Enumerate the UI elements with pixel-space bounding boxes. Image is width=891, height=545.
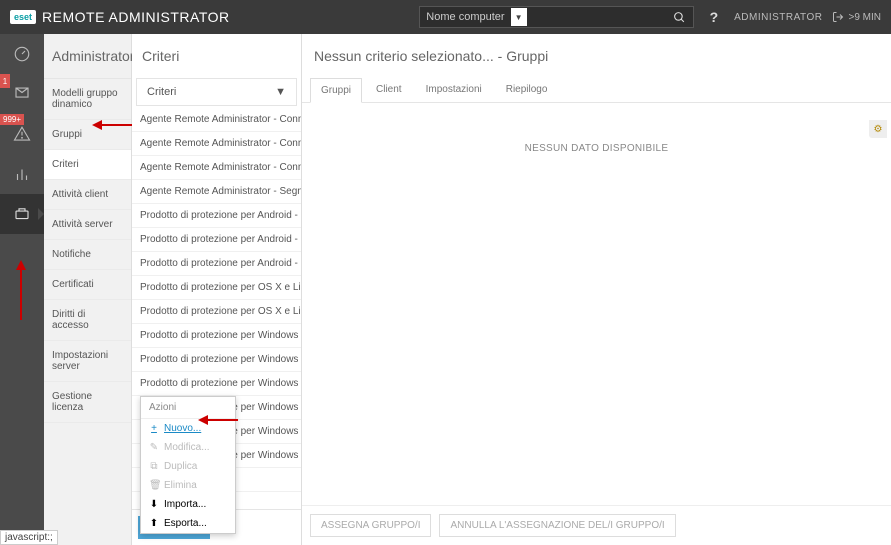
rail-reports[interactable] bbox=[0, 154, 44, 194]
sidebar-item-attivita-server[interactable]: Attività server bbox=[44, 210, 131, 240]
context-modifica: ✎ Modifica... bbox=[141, 438, 235, 457]
list-item[interactable]: Prodotto di protezione per OS X e Linux … bbox=[132, 300, 301, 324]
sidebar-item-attivita-client[interactable]: Attività client bbox=[44, 180, 131, 210]
sidebar-title: Administrator bbox=[44, 34, 131, 79]
assign-group-button[interactable]: ASSEGNA GRUPPO/I bbox=[310, 514, 431, 537]
main-title: Nessun criterio selezionato... - Gruppi bbox=[302, 34, 891, 78]
sidebar-item-criteri[interactable]: Criteri bbox=[44, 150, 131, 180]
sidebar-item-impostazioni[interactable]: Impostazioni server bbox=[44, 341, 131, 382]
rail-computers[interactable]: 1 bbox=[0, 74, 44, 114]
main-footer: ASSEGNA GRUPPO/I ANNULLA L'ASSEGNAZIONE … bbox=[302, 505, 891, 545]
main-panel: Nessun criterio selezionato... - Gruppi … bbox=[302, 34, 891, 545]
search-box: Nome computer ▼ bbox=[419, 6, 693, 28]
tab-gruppi[interactable]: Gruppi bbox=[310, 78, 362, 103]
sidebar: Administrator Modelli gruppo dinamico Gr… bbox=[44, 34, 132, 545]
annotation-arrow-rail bbox=[14, 260, 28, 320]
context-importa[interactable]: ⬇ Importa... bbox=[141, 495, 235, 514]
list-item[interactable]: Prodotto di protezione per Android - Gen… bbox=[132, 228, 301, 252]
chevron-down-icon: ▼ bbox=[275, 86, 286, 98]
list-item[interactable]: Agente Remote Administrator - Connession… bbox=[132, 132, 301, 156]
user-label: ADMINISTRATOR bbox=[734, 12, 822, 23]
app-title: REMOTE ADMINISTRATOR bbox=[42, 9, 230, 25]
empty-state-text: NESSUN DATO DISPONIBILE bbox=[525, 143, 669, 154]
rail-threats[interactable]: 999+ bbox=[0, 114, 44, 154]
list-item[interactable]: Prodotto di protezione per Windows - Ant… bbox=[132, 324, 301, 348]
logout-time: >9 MIN bbox=[848, 12, 881, 23]
rail-dashboard[interactable] bbox=[0, 34, 44, 74]
list-item[interactable]: Prodotto di protezione per Android - Gen… bbox=[132, 204, 301, 228]
list-item[interactable]: Prodotto di protezione per OS X e Linux … bbox=[132, 276, 301, 300]
topbar-right: Nome computer ▼ ? ADMINISTRATOR >9 MIN bbox=[419, 6, 891, 28]
search-input[interactable] bbox=[527, 8, 667, 26]
tab-impostazioni[interactable]: Impostazioni bbox=[416, 78, 492, 102]
rail-badge-999: 999+ bbox=[0, 114, 24, 125]
sidebar-item-modelli[interactable]: Modelli gruppo dinamico bbox=[44, 79, 131, 120]
top-bar: eset REMOTE ADMINISTRATOR Nome computer … bbox=[0, 0, 891, 34]
sidebar-item-licenza[interactable]: Gestione licenza bbox=[44, 382, 131, 423]
sidebar-item-diritti[interactable]: Diritti di accesso bbox=[44, 300, 131, 341]
context-esporta-label: Esporta... bbox=[164, 518, 207, 529]
info-icon[interactable]: ⚙ bbox=[869, 120, 887, 138]
unassign-group-button[interactable]: ANNULLA L'ASSEGNAZIONE DEL/I GRUPPO/I bbox=[439, 514, 675, 537]
context-elimina-label: Elimina bbox=[164, 480, 197, 491]
annotation-arrow-criteri bbox=[92, 118, 132, 132]
search-icon[interactable] bbox=[667, 7, 693, 27]
sidebar-item-notifiche[interactable]: Notifiche bbox=[44, 240, 131, 270]
sidebar-item-certificati[interactable]: Certificati bbox=[44, 270, 131, 300]
criteria-filter-label: Criteri bbox=[147, 86, 176, 98]
list-item[interactable]: Agente Remote Administrator - Segnalazio… bbox=[132, 180, 301, 204]
context-duplica-label: Duplica bbox=[164, 461, 197, 472]
context-importa-label: Importa... bbox=[164, 499, 206, 510]
export-icon: ⬆ bbox=[149, 518, 159, 529]
logout-button[interactable]: >9 MIN bbox=[832, 11, 881, 23]
context-nuovo-label: Nuovo... bbox=[164, 423, 201, 434]
criteria-title: Criteri bbox=[132, 34, 301, 78]
criteria-filter-dropdown[interactable]: Criteri ▼ bbox=[136, 78, 297, 106]
search-type-label: Nome computer bbox=[420, 8, 510, 26]
list-item[interactable]: Agente Remote Administrator - Connession… bbox=[132, 108, 301, 132]
list-item[interactable]: Prodotto di protezione per Windows - Ant… bbox=[132, 348, 301, 372]
import-icon: ⬇ bbox=[149, 499, 159, 510]
content-body: NESSUN DATO DISPONIBILE bbox=[302, 103, 891, 505]
search-type-dropdown[interactable]: ▼ bbox=[511, 8, 527, 26]
tab-row: Gruppi Client Impostazioni Riepilogo bbox=[302, 78, 891, 103]
help-icon[interactable]: ? bbox=[704, 9, 725, 25]
context-elimina: 🗑 Elimina bbox=[141, 476, 235, 495]
list-item[interactable]: Agente Remote Administrator - Connession… bbox=[132, 156, 301, 180]
context-esporta[interactable]: ⬆ Esporta... bbox=[141, 514, 235, 533]
pencil-icon: ✎ bbox=[149, 442, 159, 453]
brand-badge: eset bbox=[10, 10, 36, 24]
plus-icon: + bbox=[149, 423, 159, 434]
context-duplica: ⧉ Duplica bbox=[141, 457, 235, 476]
annotation-arrow-nuovo bbox=[198, 413, 238, 427]
list-item[interactable]: Prodotto di protezione per Android - Gen… bbox=[132, 252, 301, 276]
status-bar-link: javascript:; bbox=[0, 530, 58, 545]
trash-icon: 🗑 bbox=[149, 480, 159, 491]
rail-badge-1: 1 bbox=[0, 74, 10, 88]
tab-client[interactable]: Client bbox=[366, 78, 412, 102]
list-item[interactable]: Prodotto di protezione per Windows - Con… bbox=[132, 372, 301, 396]
tab-riepilogo[interactable]: Riepilogo bbox=[496, 78, 558, 102]
rail-admin[interactable] bbox=[0, 194, 44, 234]
copy-icon: ⧉ bbox=[149, 461, 159, 472]
context-modifica-label: Modifica... bbox=[164, 442, 210, 453]
